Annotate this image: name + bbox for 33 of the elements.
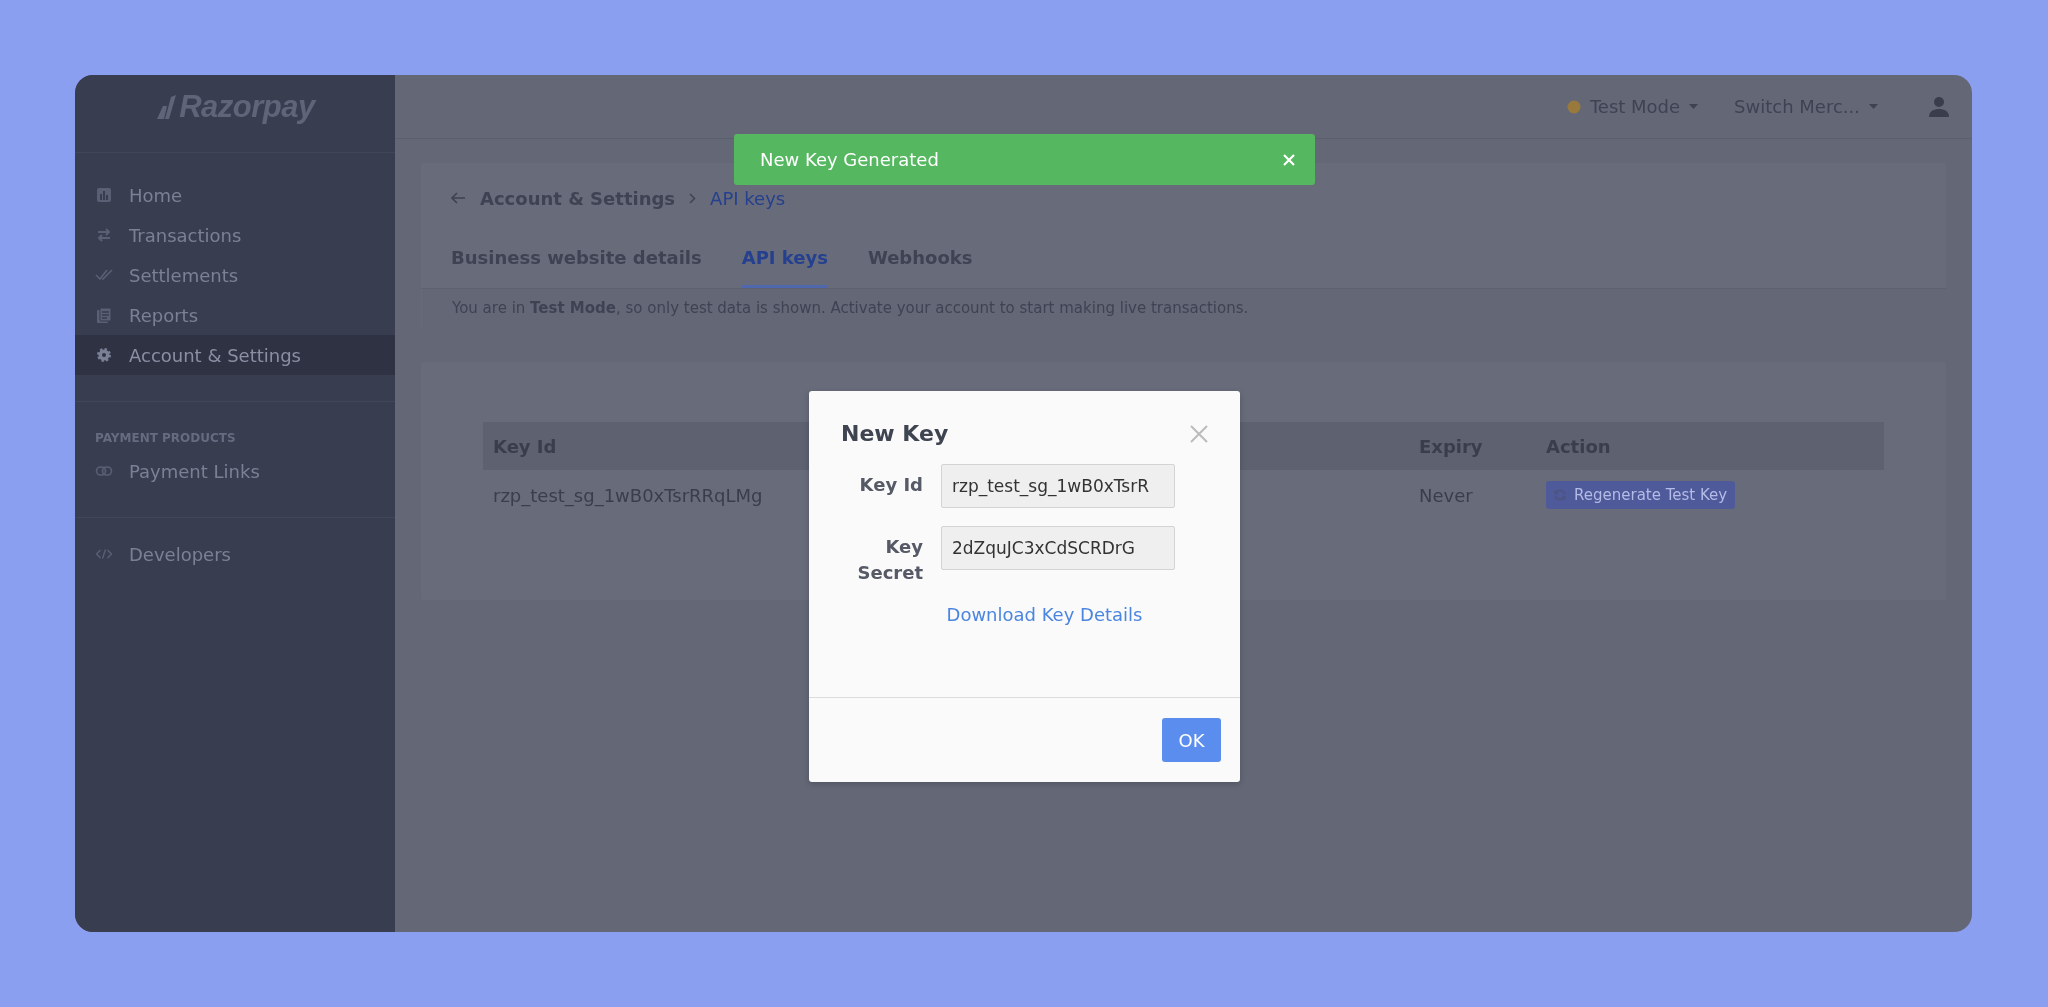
logo-icon [155,94,178,120]
chevron-icon [689,192,697,204]
field-label: Key Id [858,473,923,497]
input-field[interactable]: 2dZquJC3xCdSCRDrG [941,526,1175,570]
link-icon [95,466,113,476]
regenerate-button[interactable]: Regenerate Test Key [1546,481,1736,509]
sidebar-item[interactable]: Settlements [75,255,395,295]
close-icon[interactable] [1190,424,1208,443]
bar-chart-icon [95,187,113,203]
sidebar-item[interactable]: Reports [75,295,395,335]
input-field[interactable]: rzp_test_sg_1wB0xTsrR [941,464,1175,508]
swap-arrows-icon [95,227,113,243]
refresh-icon [1554,489,1566,501]
caret-icon [1869,104,1878,109]
back-arrow-icon[interactable] [451,192,466,204]
download-link[interactable]: Download Key Details [841,604,1208,625]
status-dot-icon [1566,99,1581,114]
ok-button[interactable]: OK [1162,718,1221,762]
caret-icon [1689,104,1699,109]
document-icon [95,306,113,324]
toast-message: New Key Generated [760,149,939,170]
sidebar-item[interactable]: Home [75,175,395,215]
sidebar-item[interactable]: Transactions [75,215,395,255]
sidebar-item[interactable]: Account & Settings [75,335,395,375]
settings-icon [95,347,113,363]
dialog-title: New Key [841,421,949,446]
sidebar-item[interactable]: Payment Links [75,451,395,491]
field-label: Key Secret [856,535,923,585]
user-icon[interactable] [1928,95,1950,118]
sidebar-item[interactable]: Developers [75,534,395,574]
breadcrumb-current: API keys [710,187,786,209]
double-check-icon [95,269,113,281]
code-icon [95,549,113,559]
